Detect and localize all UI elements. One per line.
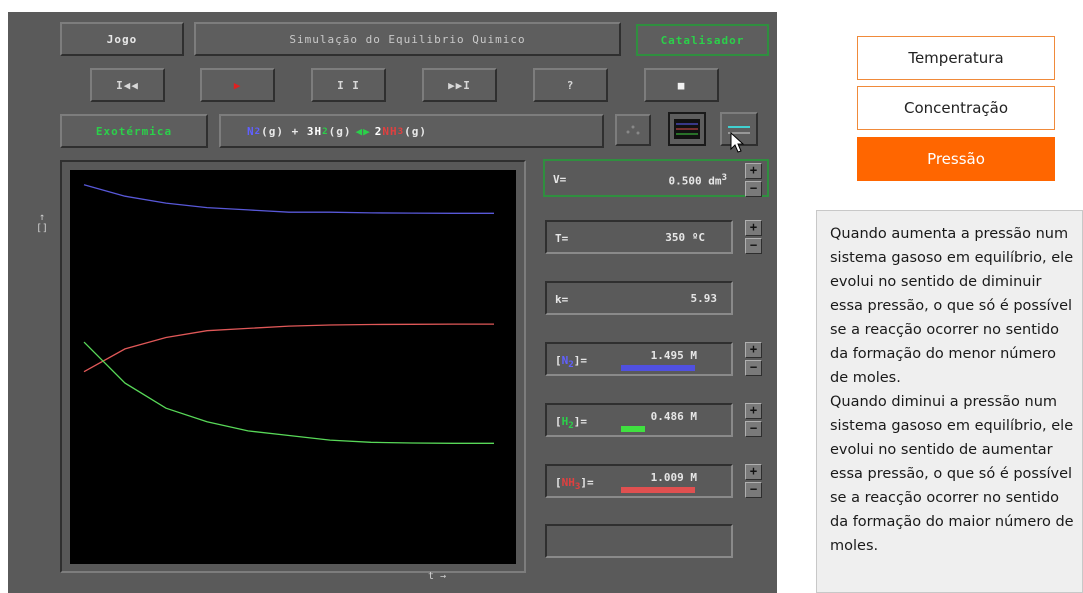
n2-level-bar xyxy=(621,365,695,371)
temperature-stepper[interactable]: + − xyxy=(745,220,762,254)
n2-concentration-value: 1.495 M xyxy=(650,349,697,362)
simulation-title: Simulação do Equilibrio Quimico xyxy=(194,22,621,56)
info-paragraph-1: Quando aumenta a pressão num sistema gas… xyxy=(830,226,1074,386)
y-axis-label: ↑ [] xyxy=(35,212,49,234)
temperature-readout: T= 350 ºC xyxy=(545,220,733,254)
h2-decrease-button[interactable]: − xyxy=(745,421,762,437)
nh3-formula: NH xyxy=(382,124,398,138)
series-line-1 xyxy=(83,184,494,214)
reaction-equation: N 2 (g) + 3H 2 (g) ◀▶ 2 NH 3 (g) xyxy=(219,114,604,148)
stop-button[interactable]: ■ xyxy=(644,68,719,102)
temperature-increase-button[interactable]: + xyxy=(745,220,762,236)
mouse-cursor-icon xyxy=(730,132,745,153)
n2-concentration-readout: [N2]= 1.495 M xyxy=(545,342,733,376)
n2-stepper[interactable]: + − xyxy=(745,342,762,376)
volume-label: V= xyxy=(553,173,567,186)
volume-readout: V= 0.500 dm3 xyxy=(543,159,769,197)
help-button[interactable]: ? xyxy=(533,68,608,102)
n2-increase-button[interactable]: + xyxy=(745,342,762,358)
play-button[interactable]: ▶ xyxy=(200,68,275,102)
info-text-panel: Quando aumenta a pressão num sistema gas… xyxy=(816,210,1083,593)
concentration-plot xyxy=(70,170,516,564)
fast-forward-button[interactable]: ▶▶I xyxy=(422,68,497,102)
x-axis-label: t → xyxy=(428,571,447,582)
equilibrium-arrow: ◀▶ xyxy=(355,124,371,138)
k-label: k= xyxy=(555,293,569,306)
particles-icon xyxy=(626,125,640,135)
h2-stepper[interactable]: + − xyxy=(745,403,762,437)
concentration-graph-icon xyxy=(674,119,700,139)
graph-mode-particles-icon[interactable] xyxy=(615,114,651,146)
h2-level-bar xyxy=(621,426,645,432)
concentration-chart xyxy=(83,184,494,444)
n2-concentration-label: [N2]= xyxy=(555,354,588,371)
h2-state: (g) xyxy=(328,124,352,138)
n2-decrease-button[interactable]: − xyxy=(745,360,762,376)
tab-concentracao[interactable]: Concentração xyxy=(857,86,1055,130)
catalyst-button[interactable]: Catalisador xyxy=(636,24,769,56)
simulation-window: Jogo Simulação do Equilibrio Quimico Cat… xyxy=(8,12,777,593)
rewind-button[interactable]: I◀◀ xyxy=(90,68,165,102)
series-line-3 xyxy=(83,341,494,444)
volume-stepper[interactable]: + − xyxy=(745,163,762,197)
nh3-state: (g) xyxy=(404,124,428,138)
message-box xyxy=(545,524,733,558)
volume-decrease-button[interactable]: − xyxy=(745,181,762,197)
temperature-decrease-button[interactable]: − xyxy=(745,238,762,254)
h2-concentration-readout: [H2]= 0.486 M xyxy=(545,403,733,437)
tab-pressao[interactable]: Pressão xyxy=(857,137,1055,181)
temperature-value: 350 ºC xyxy=(665,231,705,244)
nh3-coefficient: 2 xyxy=(374,124,383,138)
h2-increase-button[interactable]: + xyxy=(745,403,762,419)
n2-formula: N xyxy=(247,124,255,138)
jogo-button[interactable]: Jogo xyxy=(60,22,184,56)
info-paragraph-2: Quando diminui a pressão num sistema gas… xyxy=(830,394,1074,554)
tab-temperatura[interactable]: Temperatura xyxy=(857,36,1055,80)
k-readout: k= 5.93 xyxy=(545,281,733,315)
nh3-decrease-button[interactable]: − xyxy=(745,482,762,498)
nh3-concentration-readout: [NH3]= 1.009 M xyxy=(545,464,733,498)
n2-state: (g) + xyxy=(261,124,300,138)
volume-value: 0.500 dm3 xyxy=(668,172,728,188)
graph-mode-concentration-icon[interactable] xyxy=(668,112,706,146)
nh3-increase-button[interactable]: + xyxy=(745,464,762,480)
h2-concentration-value: 0.486 M xyxy=(650,410,697,423)
nh3-stepper[interactable]: + − xyxy=(745,464,762,498)
nh3-concentration-value: 1.009 M xyxy=(650,471,697,484)
volume-increase-button[interactable]: + xyxy=(745,163,762,179)
nh3-level-bar xyxy=(621,487,695,493)
temperature-label: T= xyxy=(555,232,569,245)
pause-button[interactable]: I I xyxy=(311,68,386,102)
h2-concentration-label: [H2]= xyxy=(555,415,588,432)
series-line-2 xyxy=(83,323,494,373)
k-value: 5.93 xyxy=(690,292,718,305)
exothermic-label: Exotérmica xyxy=(60,114,208,148)
h2-formula: 3H xyxy=(306,124,323,138)
nh3-concentration-label: [NH3]= xyxy=(555,476,594,493)
